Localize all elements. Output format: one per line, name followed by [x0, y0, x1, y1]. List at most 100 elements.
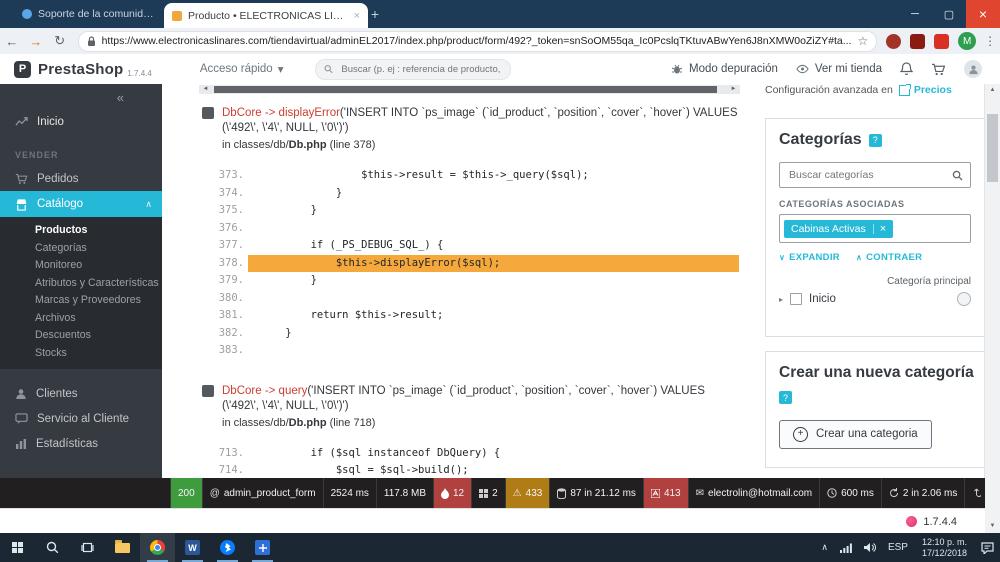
- workspace: « Inicio VENDER Pedidos Catálogo ∧: [0, 84, 1000, 478]
- profiler-translations[interactable]: 413: [643, 478, 688, 508]
- collapse-all-link[interactable]: ∧ CONTRAER: [856, 252, 922, 263]
- taskbar-clock[interactable]: 12:10 p. m. 17/12/2018: [914, 537, 975, 558]
- profiler-cache[interactable]: 2 in 2.06 ms: [881, 478, 964, 508]
- error-toggle-icon[interactable]: [202, 107, 214, 119]
- profiler-deprecations[interactable]: ⚠ 433: [505, 478, 550, 508]
- scroll-down-button[interactable]: ▼: [985, 520, 1000, 533]
- window-close-button[interactable]: ×: [966, 0, 1000, 28]
- browser-profile-avatar[interactable]: M: [958, 32, 976, 50]
- code-text: return $this->result;: [260, 309, 443, 321]
- profiler-database[interactable]: 87 in 21.12 ms: [549, 478, 643, 508]
- admin-profile-avatar[interactable]: [964, 60, 982, 78]
- help-icon[interactable]: ?: [779, 391, 792, 404]
- scroll-up-button[interactable]: ▲: [985, 84, 1000, 97]
- error-location: in classes/db/Db.php (line 718): [222, 417, 739, 429]
- category-checkbox[interactable]: [790, 293, 802, 305]
- network-icon[interactable]: [834, 533, 858, 562]
- forward-button[interactable]: →: [24, 34, 48, 49]
- volume-icon[interactable]: [858, 533, 882, 562]
- word-taskbar-button[interactable]: W: [175, 533, 210, 562]
- horizontal-scrollbar-track[interactable]: [212, 85, 727, 94]
- vertical-scrollbar[interactable]: ▲ ▼: [984, 84, 1000, 533]
- help-icon[interactable]: ?: [869, 134, 882, 147]
- sidebar-subitem-stocks[interactable]: Stocks: [0, 345, 162, 363]
- browser-tab-support[interactable]: Soporte de la comunidad y ayud ×: [14, 0, 178, 28]
- profiler-time[interactable]: 2524 ms: [323, 478, 376, 508]
- sidebar-item-clientes[interactable]: Clientes: [0, 381, 162, 406]
- browser-tab-product[interactable]: Producto • ELECTRONICAS LINAR ×: [164, 3, 368, 28]
- category-tag[interactable]: Cabinas Activas ×: [784, 220, 893, 238]
- profiler-status[interactable]: 200: [170, 478, 202, 508]
- eye-icon: [796, 64, 809, 74]
- taskbar-search-button[interactable]: [35, 533, 70, 562]
- back-button[interactable]: ←: [0, 34, 24, 49]
- start-button[interactable]: [0, 533, 35, 562]
- sidebar-subitem-marcas-y-proveedores[interactable]: Marcas y Proveedores: [0, 292, 162, 310]
- language-indicator[interactable]: ESP: [882, 533, 914, 562]
- adobe-extension-icon[interactable]: [910, 34, 925, 49]
- app-taskbar-button[interactable]: [245, 533, 280, 562]
- profiler-route[interactable]: @ admin_product_form: [202, 478, 323, 508]
- category-tree-item[interactable]: ▸ Inicio: [779, 292, 971, 320]
- sidebar-item-inicio[interactable]: Inicio: [0, 109, 162, 134]
- collapse-sidebar-button[interactable]: «: [117, 90, 124, 105]
- sidebar-subitem-categorias[interactable]: Categorías: [0, 240, 162, 258]
- profiler-forms[interactable]: 2: [471, 478, 505, 508]
- main-category-radio[interactable]: [957, 292, 971, 306]
- expand-all-link[interactable]: ∨ EXPANDIR: [779, 252, 840, 263]
- address-bar[interactable]: https://www.electronicaslinares.com/tien…: [78, 31, 878, 52]
- reload-button[interactable]: ↻: [48, 33, 72, 49]
- tab-close-icon[interactable]: ×: [354, 10, 360, 22]
- sidebar-subitem-productos[interactable]: Productos: [0, 222, 162, 240]
- category-search-input[interactable]: [787, 168, 946, 182]
- window-minimize-button[interactable]: ─: [898, 0, 932, 28]
- admin-search-input[interactable]: [339, 63, 502, 76]
- associated-categories-field[interactable]: Cabinas Activas ×: [779, 214, 971, 243]
- new-tab-button[interactable]: +: [366, 5, 384, 23]
- scroll-right-button[interactable]: ►: [727, 85, 740, 94]
- bookmark-star-icon[interactable]: ☆: [857, 34, 868, 48]
- sidebar-subitem-descuentos[interactable]: Descuentos: [0, 327, 162, 345]
- notifications-bell-icon[interactable]: [900, 62, 913, 76]
- pdf-extension-icon[interactable]: [934, 34, 949, 49]
- browser-menu-icon[interactable]: ⋮: [980, 34, 1000, 48]
- profiler-ajax[interactable]: 600 ms: [819, 478, 881, 508]
- sidebar-subitem-archivos[interactable]: Archivos: [0, 310, 162, 328]
- file-explorer-button[interactable]: [105, 533, 140, 562]
- profiler-errors[interactable]: 12: [433, 478, 471, 508]
- error-toggle-icon[interactable]: [202, 385, 214, 397]
- task-view-button[interactable]: [70, 533, 105, 562]
- tree-expand-icon[interactable]: ▸: [779, 295, 783, 304]
- scroll-left-button[interactable]: ◄: [199, 85, 212, 94]
- advanced-prices-link[interactable]: Precios: [899, 84, 952, 96]
- profiler-mailer[interactable]: ✉ electrolin@hotmail.com: [688, 478, 819, 508]
- sidebar-item-pedidos[interactable]: Pedidos: [0, 166, 162, 191]
- action-center-icon[interactable]: [975, 533, 1000, 562]
- tray-overflow-caret[interactable]: ∧: [815, 533, 834, 562]
- sidebar-subitem-atributos-y-caracteristicas[interactable]: Atributos y Características: [0, 275, 162, 293]
- cart-icon[interactable]: [931, 63, 946, 76]
- url-text[interactable]: https://www.electronicaslinares.com/tien…: [102, 35, 852, 47]
- vertical-scrollbar-thumb[interactable]: [987, 114, 998, 182]
- remove-tag-icon[interactable]: ×: [873, 224, 886, 234]
- window-maximize-button[interactable]: ▢: [932, 0, 966, 28]
- extension-icon[interactable]: [886, 34, 901, 49]
- debug-mode-indicator[interactable]: Modo depuración: [671, 63, 778, 75]
- prestashop-logo-icon[interactable]: P: [14, 61, 31, 78]
- create-category-button[interactable]: + Crear una categoria: [779, 420, 932, 449]
- chrome-taskbar-button[interactable]: [140, 533, 175, 562]
- horizontal-scrollbar[interactable]: ◄ ►: [199, 85, 740, 94]
- profiler-hooks[interactable]: Hooks (3): [964, 478, 985, 508]
- sidebar-item-estadisticas[interactable]: Estadísticas: [0, 431, 162, 456]
- messenger-taskbar-button[interactable]: [210, 533, 245, 562]
- sidebar-item-servicio-al-cliente[interactable]: Servicio al Cliente: [0, 406, 162, 431]
- profiler-memory[interactable]: 117.8 MB: [376, 478, 433, 508]
- view-shop-link[interactable]: Ver mi tienda: [796, 63, 882, 75]
- sidebar-subitem-monitoreo[interactable]: Monitoreo: [0, 257, 162, 275]
- category-search[interactable]: [779, 162, 971, 188]
- admin-search[interactable]: [315, 59, 511, 80]
- tab-title: Producto • ELECTRONICAS LINAR: [188, 10, 348, 22]
- sidebar-item-catalogo[interactable]: Catálogo ∧: [0, 191, 162, 217]
- quick-access-dropdown[interactable]: Acceso rápido ▾: [200, 62, 284, 76]
- horizontal-scrollbar-thumb[interactable]: [214, 86, 717, 93]
